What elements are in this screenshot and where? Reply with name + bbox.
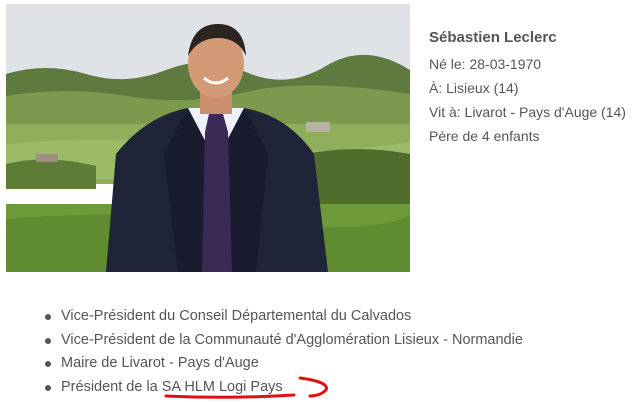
portrait-image [6, 4, 410, 272]
red-underline-annotation [164, 376, 328, 399]
list-item: Vice-Président du Conseil Départemental … [40, 305, 523, 329]
underline-stroke [164, 393, 296, 399]
bullet-icon [45, 361, 51, 367]
list-item: Vice-Président de la Communauté d'Agglom… [40, 329, 523, 353]
role-text: Vice-Président du Conseil Départemental … [61, 308, 412, 324]
birth-place: À: Lisieux (14) [429, 80, 519, 96]
bullet-icon [45, 337, 51, 344]
birth-date: Né le: 28-03-1970 [429, 56, 542, 72]
bullet-icon [45, 314, 51, 320]
bio-panel: Sébastien Leclerc Né le: 28-03-1970 À: L… [429, 28, 639, 148]
family-info: Père de 4 enfants [429, 128, 540, 144]
role-text: Maire de Livarot - Pays d'Auge [61, 355, 259, 371]
bullet-icon [45, 384, 51, 391]
residence: Vit à: Livarot - Pays d'Auge (14) [429, 104, 626, 120]
arrow-stroke [298, 376, 328, 398]
portrait-photo [6, 4, 410, 272]
person-name: Sébastien Leclerc [429, 29, 557, 46]
role-text: Vice-Président de la Communauté d'Agglom… [61, 331, 523, 348]
role-text-prefix: Président de la [61, 378, 162, 395]
